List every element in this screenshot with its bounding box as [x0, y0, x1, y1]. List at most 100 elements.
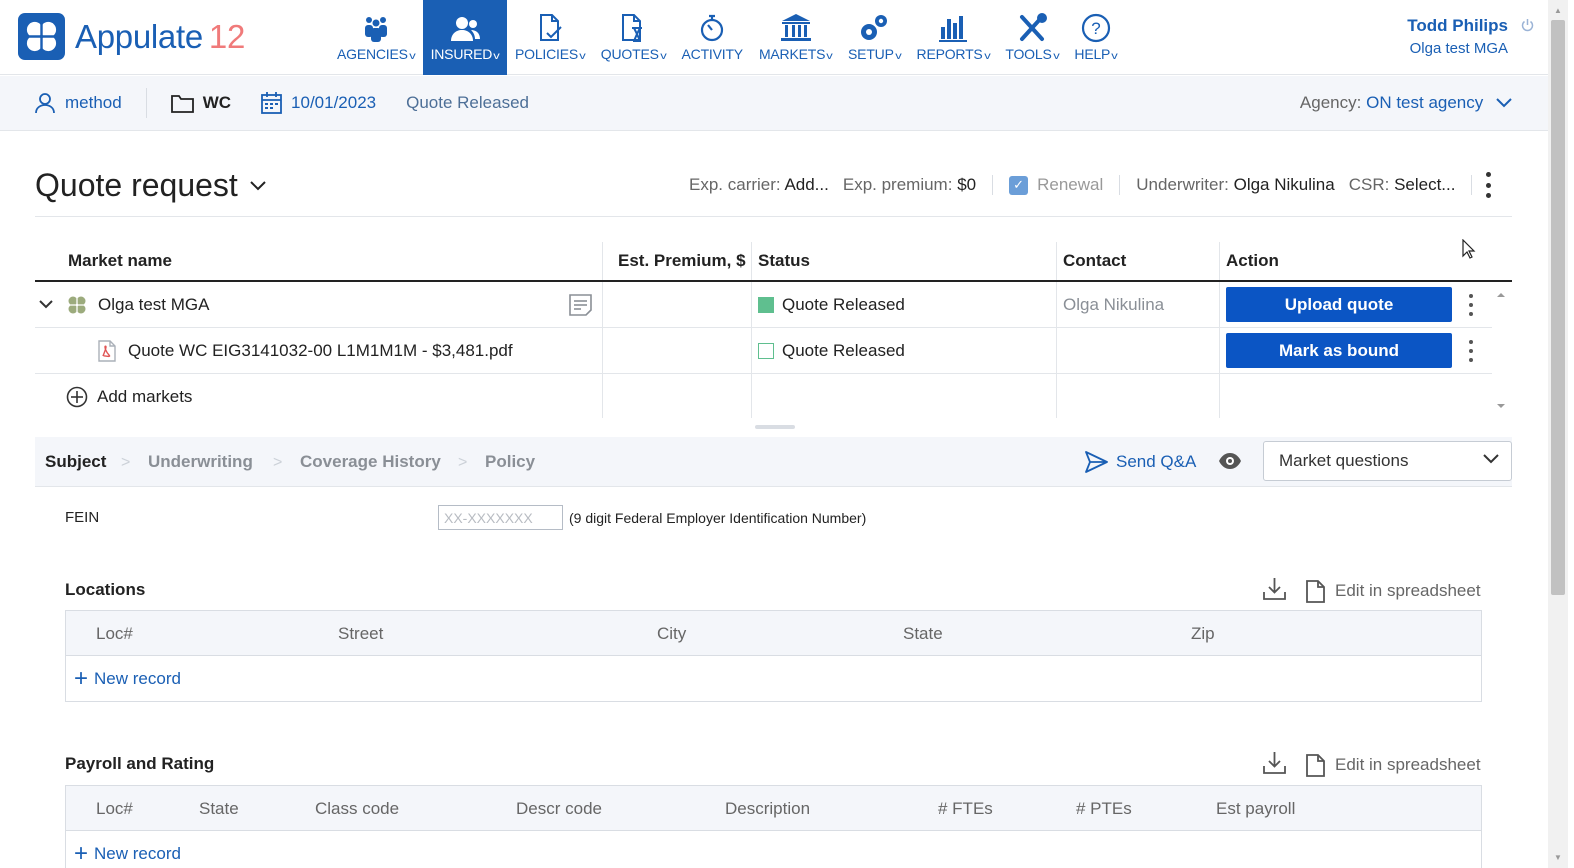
- more-options-icon[interactable]: [1480, 172, 1496, 198]
- column-header[interactable]: Descr code: [516, 786, 602, 831]
- insured-link[interactable]: method: [34, 92, 122, 114]
- column-header[interactable]: Street: [338, 611, 383, 656]
- header-est-premium[interactable]: Est. Premium, $: [618, 242, 746, 280]
- divider: [1471, 175, 1473, 195]
- nav-reports[interactable]: REPORTSv: [909, 0, 998, 75]
- payroll-grid: Loc# State Class code Descr code Descrip…: [65, 785, 1482, 868]
- column-header[interactable]: Class code: [315, 786, 399, 831]
- download-icon[interactable]: [1263, 577, 1286, 605]
- document-icon: [1306, 579, 1325, 603]
- quote-file-name[interactable]: Quote WC EIG3141032-00 L1M1M1M - $3,481.…: [128, 328, 513, 373]
- row-more-options-icon[interactable]: [1466, 294, 1476, 316]
- column-header[interactable]: City: [657, 611, 686, 656]
- main-nav: AGENCIESv INSUREDv POLICIESv QUOTESv ACT…: [329, 0, 1125, 75]
- status-cell: Quote Released: [758, 328, 905, 373]
- tab-coverage-history[interactable]: Coverage History: [300, 437, 441, 487]
- tab-subject[interactable]: Subject: [45, 437, 106, 487]
- nav-setup[interactable]: SETUPv: [840, 0, 909, 75]
- quote-status: Quote Released: [406, 93, 529, 112]
- user-name[interactable]: Todd Philips: [1407, 16, 1508, 36]
- csr-selector[interactable]: CSR: Select...: [1349, 175, 1456, 195]
- underwriter[interactable]: Underwriter: Olga Nikulina: [1136, 175, 1334, 195]
- status-empty-square-icon: [758, 342, 774, 359]
- nav-policies[interactable]: POLICIESv: [507, 0, 593, 75]
- column-header[interactable]: State: [903, 611, 943, 656]
- new-record-button[interactable]: + New record: [74, 831, 181, 868]
- scrollbar-thumb[interactable]: [1551, 20, 1565, 595]
- nav-help[interactable]: ? HELPv: [1066, 0, 1125, 75]
- note-icon[interactable]: [569, 282, 592, 327]
- renewal-checkbox[interactable]: ✓ Renewal: [1009, 175, 1103, 195]
- lob-item[interactable]: WC: [170, 93, 231, 113]
- page-title[interactable]: Quote request: [35, 167, 266, 204]
- edit-in-spreadsheet-button[interactable]: Edit in spreadsheet: [1306, 753, 1481, 777]
- market-questions-select[interactable]: Market questions: [1263, 441, 1512, 481]
- svg-text:?: ?: [1091, 19, 1100, 38]
- column-header[interactable]: Zip: [1191, 611, 1215, 656]
- header-status[interactable]: Status: [758, 242, 810, 280]
- market-name[interactable]: Olga test MGA: [98, 282, 209, 327]
- column-header[interactable]: # PTEs: [1076, 786, 1132, 831]
- locations-actions: Edit in spreadsheet: [1263, 577, 1481, 605]
- table-row: Olga test MGA Quote Released Olga Nikuli…: [35, 282, 1492, 328]
- collapse-chevron-icon[interactable]: [39, 282, 53, 327]
- tab-underwriting[interactable]: Underwriting: [148, 437, 253, 487]
- scroll-down-icon[interactable]: ▼: [1554, 853, 1562, 862]
- add-circle-icon: [66, 386, 88, 408]
- nav-markets[interactable]: MARKETSv: [751, 0, 840, 75]
- table-header: Market name Est. Premium, $ Status Conta…: [35, 242, 1512, 282]
- chevron-down-icon: [1483, 454, 1499, 464]
- mark-as-bound-button[interactable]: Mark as bound: [1226, 333, 1452, 368]
- user-menu[interactable]: Todd Philips Olga test MGA: [1407, 16, 1508, 57]
- send-qa-button[interactable]: Send Q&A: [1085, 437, 1196, 487]
- power-icon[interactable]: [1521, 18, 1534, 35]
- nav-activity[interactable]: ACTIVITY: [674, 0, 751, 75]
- nav-quotes[interactable]: QUOTESv: [593, 0, 674, 75]
- nav-agencies[interactable]: AGENCIESv: [329, 0, 423, 75]
- row-more-options-icon[interactable]: [1466, 340, 1476, 362]
- nav-insured[interactable]: INSUREDv: [422, 0, 507, 75]
- app-logo[interactable]: Appulate 12: [18, 13, 245, 60]
- fein-input[interactable]: [438, 505, 563, 530]
- send-icon: [1085, 451, 1108, 473]
- payroll-title: Payroll and Rating: [65, 754, 215, 773]
- column-header[interactable]: Loc#: [96, 611, 133, 656]
- nav-tools[interactable]: TOOLSv: [997, 0, 1066, 75]
- breadcrumb-chevron-icon: >: [121, 454, 131, 471]
- table-scrollbar[interactable]: [1490, 288, 1512, 416]
- fein-label: FEIN: [65, 509, 100, 526]
- effective-date[interactable]: 10/01/2023: [261, 92, 376, 114]
- divider: [35, 216, 1512, 217]
- section-tabs: Subject > Underwriting > Coverage Histor…: [35, 437, 1512, 487]
- edit-in-spreadsheet-button[interactable]: Edit in spreadsheet: [1306, 579, 1481, 603]
- header-contact[interactable]: Contact: [1063, 242, 1126, 280]
- header-market-name[interactable]: Market name: [68, 242, 172, 280]
- folder-icon: [170, 94, 194, 113]
- contact-cell[interactable]: Olga Nikulina: [1063, 282, 1164, 327]
- column-header[interactable]: State: [199, 786, 239, 831]
- agency-selector[interactable]: Agency: ON test agency: [1300, 93, 1512, 113]
- column-header[interactable]: Est payroll: [1216, 786, 1295, 831]
- check-icon: ✓: [1009, 175, 1029, 195]
- top-navigation-bar: Appulate 12 AGENCIESv INSUREDv POLICIESv …: [0, 0, 1548, 75]
- activity-icon: [701, 14, 724, 42]
- column-header[interactable]: Loc#: [96, 786, 133, 831]
- insured-context-bar: method WC 10/01/2023 Quote Released Agen…: [0, 76, 1548, 131]
- eye-icon[interactable]: [1218, 451, 1242, 476]
- column-header[interactable]: Description: [725, 786, 810, 831]
- upload-quote-button[interactable]: Upload quote: [1226, 287, 1452, 322]
- grid-header: Loc# State Class code Descr code Descrip…: [66, 786, 1481, 831]
- page-scrollbar[interactable]: ▲ ▼: [1548, 0, 1568, 868]
- table-row: Quote WC EIG3141032-00 L1M1M1M - $3,481.…: [35, 328, 1492, 374]
- resize-handle[interactable]: [755, 425, 795, 429]
- tab-policy[interactable]: Policy: [485, 437, 535, 487]
- add-markets-button[interactable]: Add markets: [66, 374, 192, 420]
- download-icon[interactable]: [1263, 751, 1286, 779]
- exp-carrier[interactable]: Exp. carrier: Add...: [689, 175, 829, 195]
- new-record-button[interactable]: + New record: [74, 656, 181, 701]
- exp-premium[interactable]: Exp. premium: $0: [843, 175, 976, 195]
- clover-logo-icon: [18, 13, 65, 60]
- column-header[interactable]: # FTEs: [938, 786, 993, 831]
- scroll-up-icon[interactable]: ▲: [1554, 6, 1562, 15]
- locations-grid: Loc# Street City State Zip + New record: [65, 610, 1482, 702]
